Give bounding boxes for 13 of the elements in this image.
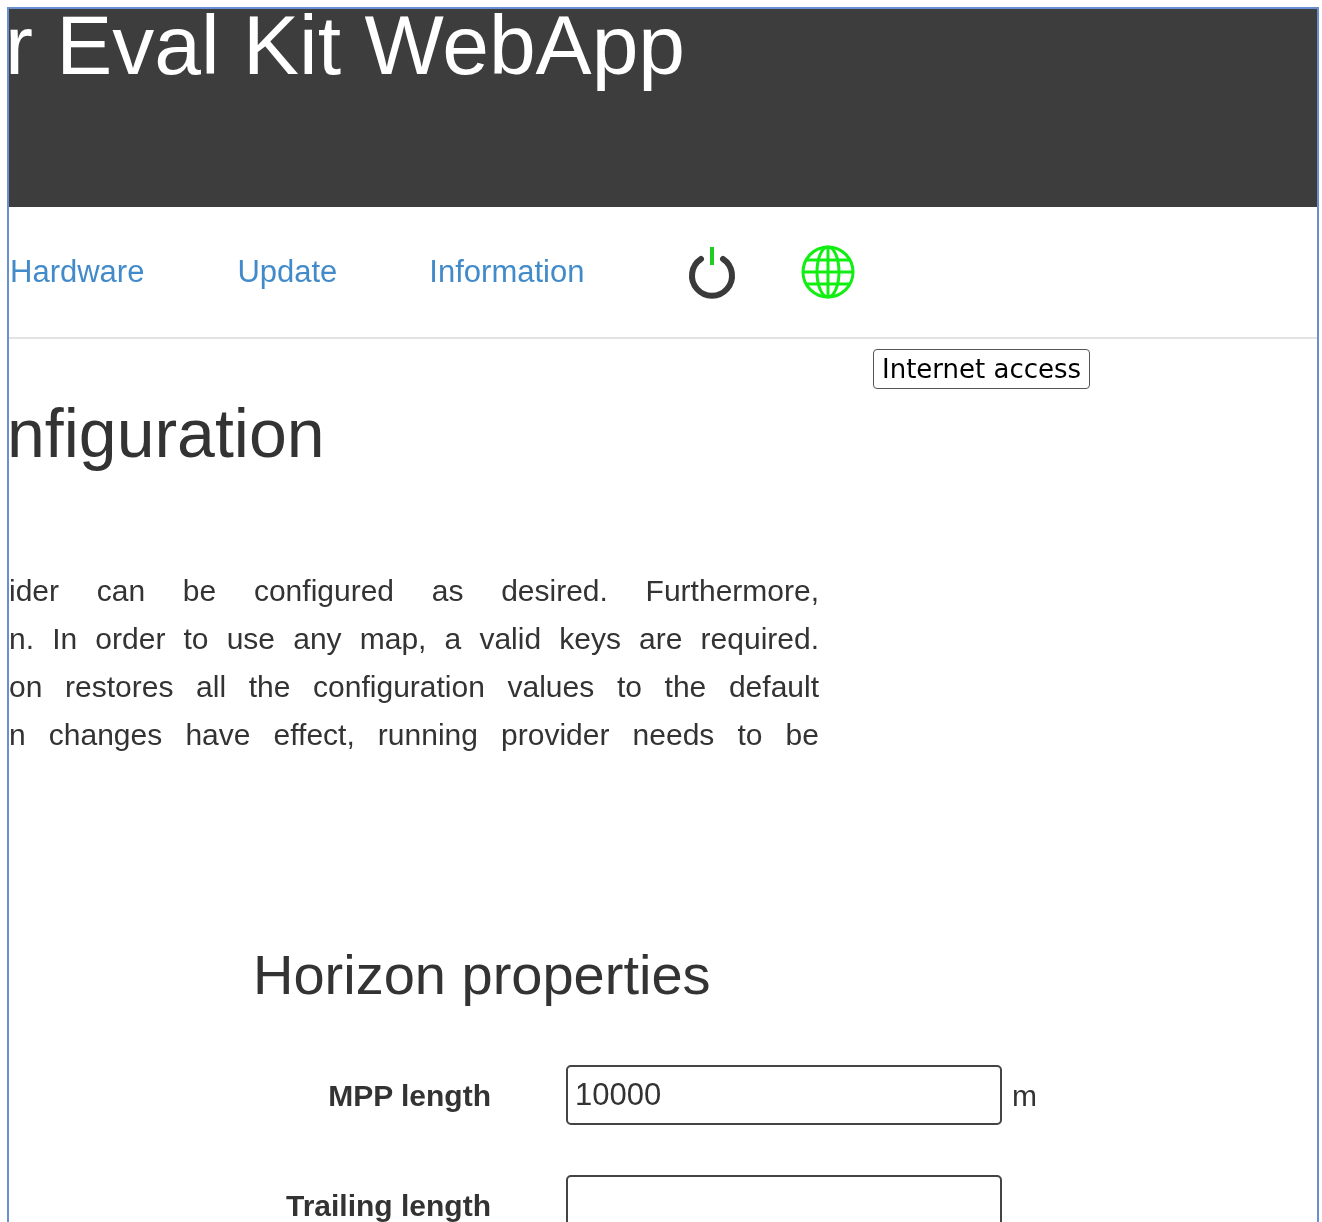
nav-link[interactable]: Information [429,248,585,296]
description-line: on restores all the configuration values to the default [9,669,819,705]
description-line: ider can be configured as desired. Furthermore, [9,573,819,609]
input-field[interactable]: 10000 [566,1065,1002,1125]
description-line: n changes have effect, running provider needs to be [9,717,819,753]
description-line: n. In order to use any map, a valid keys are required. [9,621,819,657]
field-label: MPP length [328,1077,491,1114]
tooltip: Internet access [873,349,1091,389]
unit-label: m [1012,1077,1037,1114]
nav-link[interactable]: Hardware [10,248,145,296]
nav-link[interactable]: Update [237,248,338,296]
input-field[interactable] [566,1175,1002,1222]
field-label: Trailing length [286,1187,491,1222]
